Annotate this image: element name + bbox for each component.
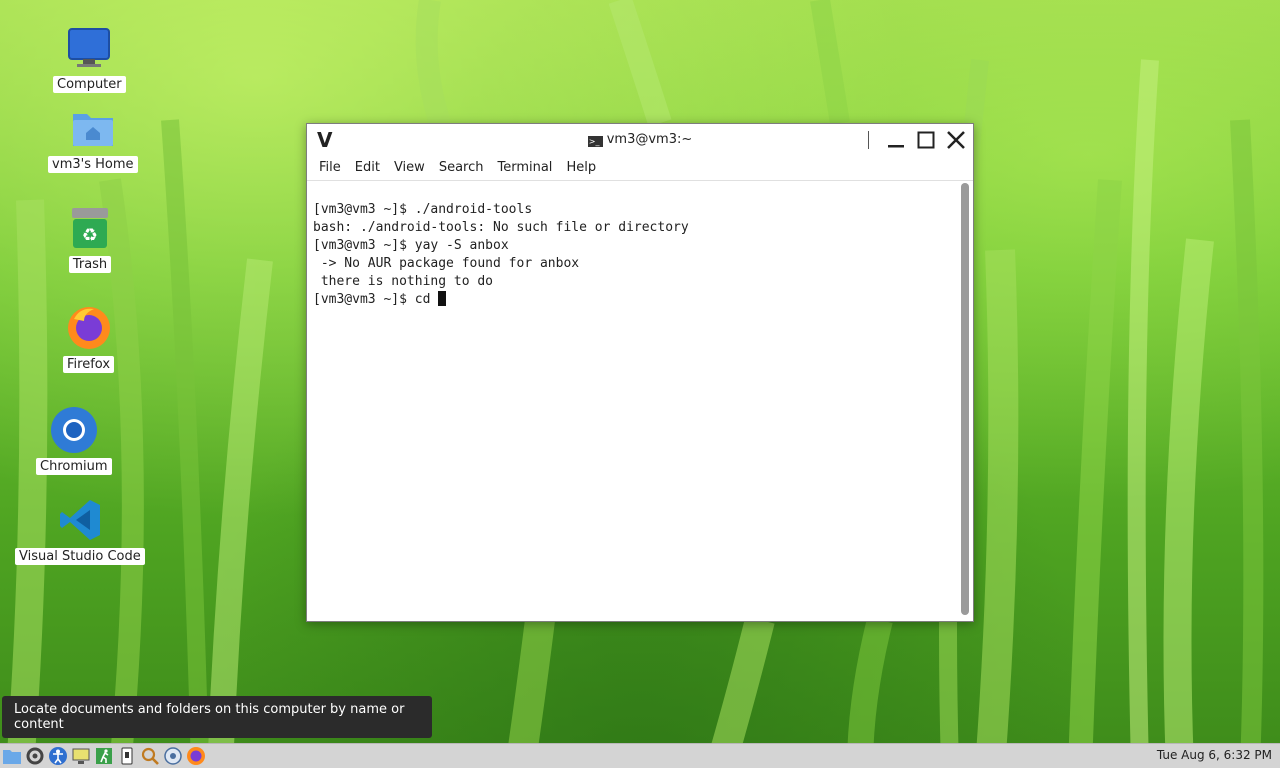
clock[interactable]: Tue Aug 6, 6:32 PM [1157, 748, 1272, 762]
terminal-line: there is nothing to do [313, 274, 494, 289]
terminal-line: -> No AUR package found for anbox [313, 256, 580, 271]
monitor-settings-icon[interactable] [70, 745, 92, 767]
menu-view[interactable]: View [388, 160, 431, 175]
terminal-line: [vm3@vm3 ~]$ yay -S anbox [313, 238, 509, 253]
network-icon[interactable] [162, 745, 184, 767]
menu-search[interactable]: Search [433, 160, 490, 175]
prompt-text: [vm3@vm3 ~]$ cd [313, 292, 439, 307]
menu-help[interactable]: Help [560, 160, 602, 175]
menu-bar: File Edit View Search Terminal Help [307, 156, 973, 178]
terminal-line: bash: ./android-tools: No such file or d… [313, 220, 689, 235]
terminal-window[interactable]: V >_ vm3@vm3:~ File Edit View Search Term… [306, 123, 974, 622]
tooltip: Locate documents and folders on this com… [2, 696, 432, 738]
svg-text:♻: ♻ [82, 225, 98, 246]
desktop-icon-vscode[interactable]: Visual Studio Code [15, 496, 145, 565]
desktop-icon-computer[interactable]: Computer [53, 24, 126, 93]
text-cursor [438, 291, 447, 306]
firefox-icon[interactable] [185, 745, 207, 767]
window-title-text: vm3@vm3:~ [606, 132, 693, 147]
terminal-output: [vm3@vm3 ~]$ ./android-tools bash: ./andr… [307, 181, 973, 311]
desktop-icon-chromium[interactable]: Chromium [36, 406, 112, 475]
terminal-prompt-line[interactable]: [vm3@vm3 ~]$ cd [313, 291, 967, 309]
trash-icon: ♻ [66, 204, 114, 252]
desktop-icon-trash[interactable]: ♻ Trash [66, 204, 114, 273]
settings-icon[interactable] [24, 745, 46, 767]
desktop-icon-label: Firefox [63, 356, 115, 373]
close-icon [947, 131, 965, 149]
vscode-icon [56, 496, 104, 544]
terminal-area[interactable]: [vm3@vm3 ~]$ ./android-tools bash: ./andr… [307, 180, 973, 621]
close-button[interactable] [943, 127, 969, 153]
menu-file[interactable]: File [313, 160, 347, 175]
desktop-icon-firefox[interactable]: Firefox [63, 304, 115, 373]
menu-edit[interactable]: Edit [349, 160, 386, 175]
desktop-icon-label: Visual Studio Code [15, 548, 145, 565]
title-separator [868, 131, 869, 149]
window-titlebar[interactable]: V >_ vm3@vm3:~ [307, 124, 973, 156]
minimize-icon [888, 145, 904, 148]
file-manager-icon[interactable] [1, 745, 23, 767]
maximize-button[interactable] [913, 127, 939, 153]
chromium-icon [50, 406, 98, 454]
desktop-icon-label: Chromium [36, 458, 112, 475]
desktop-icon-label: Trash [68, 256, 112, 273]
menu-terminal[interactable]: Terminal [491, 160, 558, 175]
window-controls [868, 127, 969, 153]
scrollbar-thumb[interactable] [961, 183, 969, 615]
tooltip-text: Locate documents and folders on this com… [14, 702, 405, 732]
desktop-icon-label: Computer [53, 76, 126, 93]
taskbar: Tue Aug 6, 6:32 PM [0, 743, 1280, 768]
desktop-icon-home[interactable]: vm3's Home [48, 104, 138, 173]
exit-icon[interactable] [93, 745, 115, 767]
accessibility-icon[interactable] [47, 745, 69, 767]
monitor-icon [65, 24, 113, 72]
firefox-icon [65, 304, 113, 352]
desktop-icon-label: vm3's Home [48, 156, 138, 173]
terminal-icon: >_ [587, 136, 603, 147]
terminal-scrollbar[interactable] [961, 183, 969, 615]
maximize-icon [917, 131, 935, 149]
terminal-line: [vm3@vm3 ~]$ ./android-tools [313, 202, 533, 217]
home-folder-icon [69, 104, 117, 152]
search-icon[interactable] [139, 745, 161, 767]
minimize-button[interactable] [883, 127, 909, 153]
terminal-icon[interactable] [116, 745, 138, 767]
